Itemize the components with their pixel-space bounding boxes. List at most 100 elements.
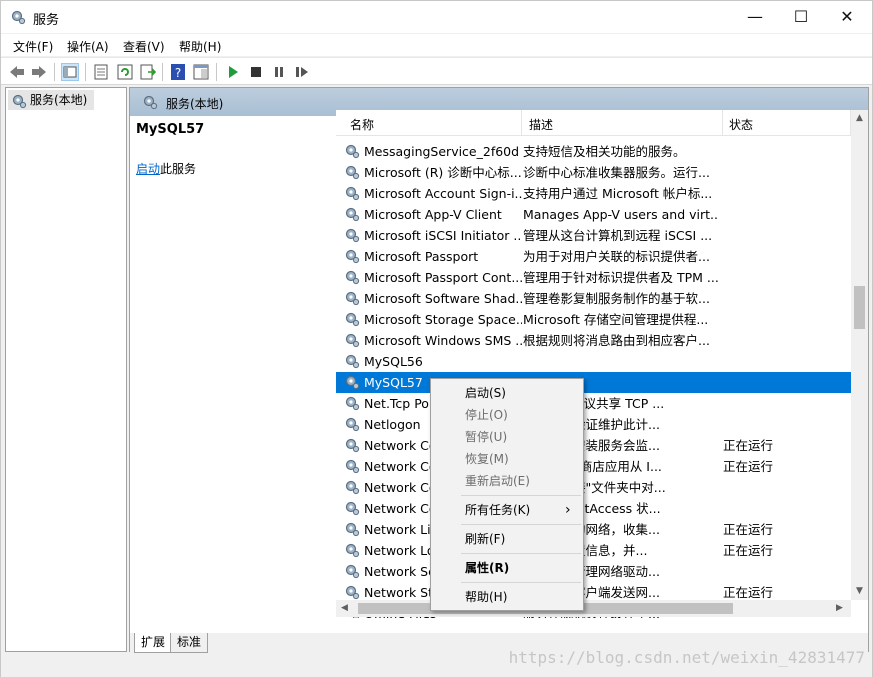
service-row[interactable]: Microsoft Storage Space... Microsoft 存储空间… <box>336 309 851 330</box>
service-name-cell: MySQL56 <box>344 351 522 372</box>
scroll-right-arrow-icon[interactable]: ▶ <box>831 600 848 617</box>
service-name: Netlogon <box>364 417 421 432</box>
properties-sheet-icon[interactable] <box>92 63 110 81</box>
service-row[interactable]: Microsoft Windows SMS ... 根据规则将消息路由到相应客户.… <box>336 330 851 351</box>
pause-service-icon[interactable] <box>270 63 288 81</box>
service-gear-icon <box>344 479 360 495</box>
service-row[interactable]: MySQL57 <box>336 372 851 393</box>
service-row[interactable]: Microsoft Passport Cont... 管理用于针对标识提供者及 T… <box>336 267 851 288</box>
service-gear-icon <box>344 353 360 369</box>
service-gear-icon <box>344 164 360 180</box>
service-description: 管理从这台计算机到远程 iSCSI ... <box>523 228 713 243</box>
menu-item-restart: 重新启动(E) <box>465 474 530 488</box>
menu-item-properties[interactable]: 属性(R) <box>431 557 583 579</box>
service-name-cell: Microsoft Passport <box>344 246 522 267</box>
menu-item-start[interactable]: 启动(S) <box>431 382 583 404</box>
console-tree-icon[interactable] <box>61 63 79 81</box>
service-row[interactable]: Network Se 服务用于管理网络驱动... <box>336 561 851 582</box>
service-name: Network St <box>364 585 434 600</box>
stop-service-icon[interactable] <box>247 63 265 81</box>
svg-text:?: ? <box>175 66 181 80</box>
horizontal-scrollbar[interactable]: ◀ ▶ <box>336 600 851 617</box>
menu-file[interactable]: 文件(F) <box>13 38 53 55</box>
refresh-icon[interactable] <box>116 63 134 81</box>
maximize-button[interactable]: ☐ <box>778 1 824 33</box>
service-row[interactable]: MySQL56 <box>336 351 851 372</box>
all-tasks-label: 所有任务(K) <box>465 503 531 517</box>
service-status <box>723 267 803 288</box>
service-gear-icon <box>344 143 360 159</box>
start-service-link[interactable]: 启动 <box>136 162 160 176</box>
vertical-scrollbar[interactable]: ▲ ▼ <box>851 110 868 600</box>
menu-separator <box>461 524 581 525</box>
service-row[interactable]: Microsoft (R) 诊断中心标... 诊断中心标准收集器服务。运行... <box>336 162 851 183</box>
service-row[interactable]: Microsoft App-V Client Manages App-V user… <box>336 204 851 225</box>
service-status: 正在运行 <box>723 459 774 474</box>
service-row[interactable]: Network Lis 机已连接的网络，收集... 正在运行 <box>336 519 851 540</box>
service-row[interactable]: Network Lo 网络的配置信息，并... 正在运行 <box>336 540 851 561</box>
help-icon[interactable]: ? <box>169 63 187 81</box>
toolbar: ? <box>1 57 872 85</box>
service-status: 正在运行 <box>723 543 774 558</box>
list-rows: MessagingService_2f60d 支持短信及相关功能的服务。 Micro… <box>336 141 851 618</box>
service-gear-icon <box>344 500 360 516</box>
menu-help[interactable]: 帮助(H) <box>179 38 221 55</box>
service-status <box>723 414 803 435</box>
service-row[interactable]: Microsoft iSCSI Initiator ... 管理从这台计算机到远程… <box>336 225 851 246</box>
service-row[interactable]: Microsoft Account Sign-i... 支持用户通过 Micros… <box>336 183 851 204</box>
service-description: 支持短信及相关功能的服务。 <box>523 144 686 159</box>
context-menu: 启动(S) 停止(O) 暂停(U) 恢复(M) 重新启动(E) 所有任务(K) … <box>430 378 584 611</box>
forward-arrow-icon[interactable] <box>30 63 48 81</box>
list-header: ^ 名称 描述 状态 <box>336 110 851 136</box>
service-row[interactable]: Microsoft Software Shad... 管理卷影复制服务制作的基于软… <box>336 288 851 309</box>
service-gear-icon <box>344 332 360 348</box>
service-status <box>723 162 803 183</box>
close-button[interactable]: ✕ <box>824 1 870 33</box>
service-action-text: 启动此服务 <box>136 160 196 177</box>
service-name: Network Co <box>364 459 437 474</box>
menu-view[interactable]: 查看(V) <box>123 38 165 55</box>
back-arrow-icon[interactable] <box>8 63 26 81</box>
export-list-icon[interactable] <box>139 63 157 81</box>
minimize-button[interactable]: — <box>732 1 778 33</box>
menu-item-stop: 停止(O) <box>465 408 508 422</box>
services-gear-icon <box>11 93 27 109</box>
service-status <box>723 225 803 246</box>
menu-item-refresh[interactable]: 刷新(F) <box>431 528 583 550</box>
service-description: 诊断中心标准收集器服务。运行... <box>523 165 710 180</box>
column-header-name[interactable]: 名称 <box>344 110 522 136</box>
vertical-scroll-thumb[interactable] <box>854 286 865 329</box>
menu-item-help[interactable]: 帮助(H) <box>431 586 583 608</box>
service-row[interactable]: Netlogon 服务身份验证维护此计... <box>336 414 851 435</box>
service-row[interactable]: MessagingService_2f60d 支持短信及相关功能的服务。 <box>336 141 851 162</box>
scroll-up-arrow-icon[interactable]: ▲ <box>851 110 868 127</box>
tab-standard[interactable]: 标准 <box>170 633 209 653</box>
restart-service-icon[interactable] <box>293 63 311 81</box>
column-header-status[interactable]: 状态 <box>723 110 851 136</box>
start-service-icon[interactable] <box>224 63 242 81</box>
scroll-left-arrow-icon[interactable]: ◀ <box>336 600 353 617</box>
tree-item-services-local[interactable]: 服务(本地) <box>8 90 94 110</box>
tab-extended[interactable]: 扩展 <box>134 633 173 653</box>
service-row[interactable]: Network Co lows 应用商店应用从 I... 正在运行 <box>336 456 851 477</box>
service-row[interactable]: Network Co 和拨号连接"文件夹中对... <box>336 477 851 498</box>
service-row[interactable]: Net.Tcp Por net.tcp 协议共享 TCP ... <box>336 393 851 414</box>
service-name: MySQL56 <box>364 354 423 369</box>
menu-separator <box>461 553 581 554</box>
menu-action[interactable]: 操作(A) <box>67 38 109 55</box>
service-name: Network Lo <box>364 543 435 558</box>
service-row[interactable]: Network Co 设备自动安装服务会监... 正在运行 <box>336 435 851 456</box>
pane-header-title: 服务(本地) <box>166 97 224 111</box>
service-name: Microsoft Software Shad... <box>364 291 522 306</box>
column-header-description[interactable]: 描述 <box>523 110 723 136</box>
scroll-down-arrow-icon[interactable]: ▼ <box>851 583 868 600</box>
menu-item-all-tasks[interactable]: 所有任务(K) › <box>431 499 583 521</box>
service-status <box>723 183 803 204</box>
service-gear-icon <box>344 227 360 243</box>
service-gear-icon <box>344 521 360 537</box>
service-gear-icon <box>344 395 360 411</box>
service-row[interactable]: Microsoft Passport 为用于对用户关联的标识提供者... <box>336 246 851 267</box>
service-row[interactable]: Network Co 件的 DirectAccess 状... <box>336 498 851 519</box>
service-gear-icon <box>344 458 360 474</box>
show-hide-pane-icon[interactable] <box>192 63 210 81</box>
